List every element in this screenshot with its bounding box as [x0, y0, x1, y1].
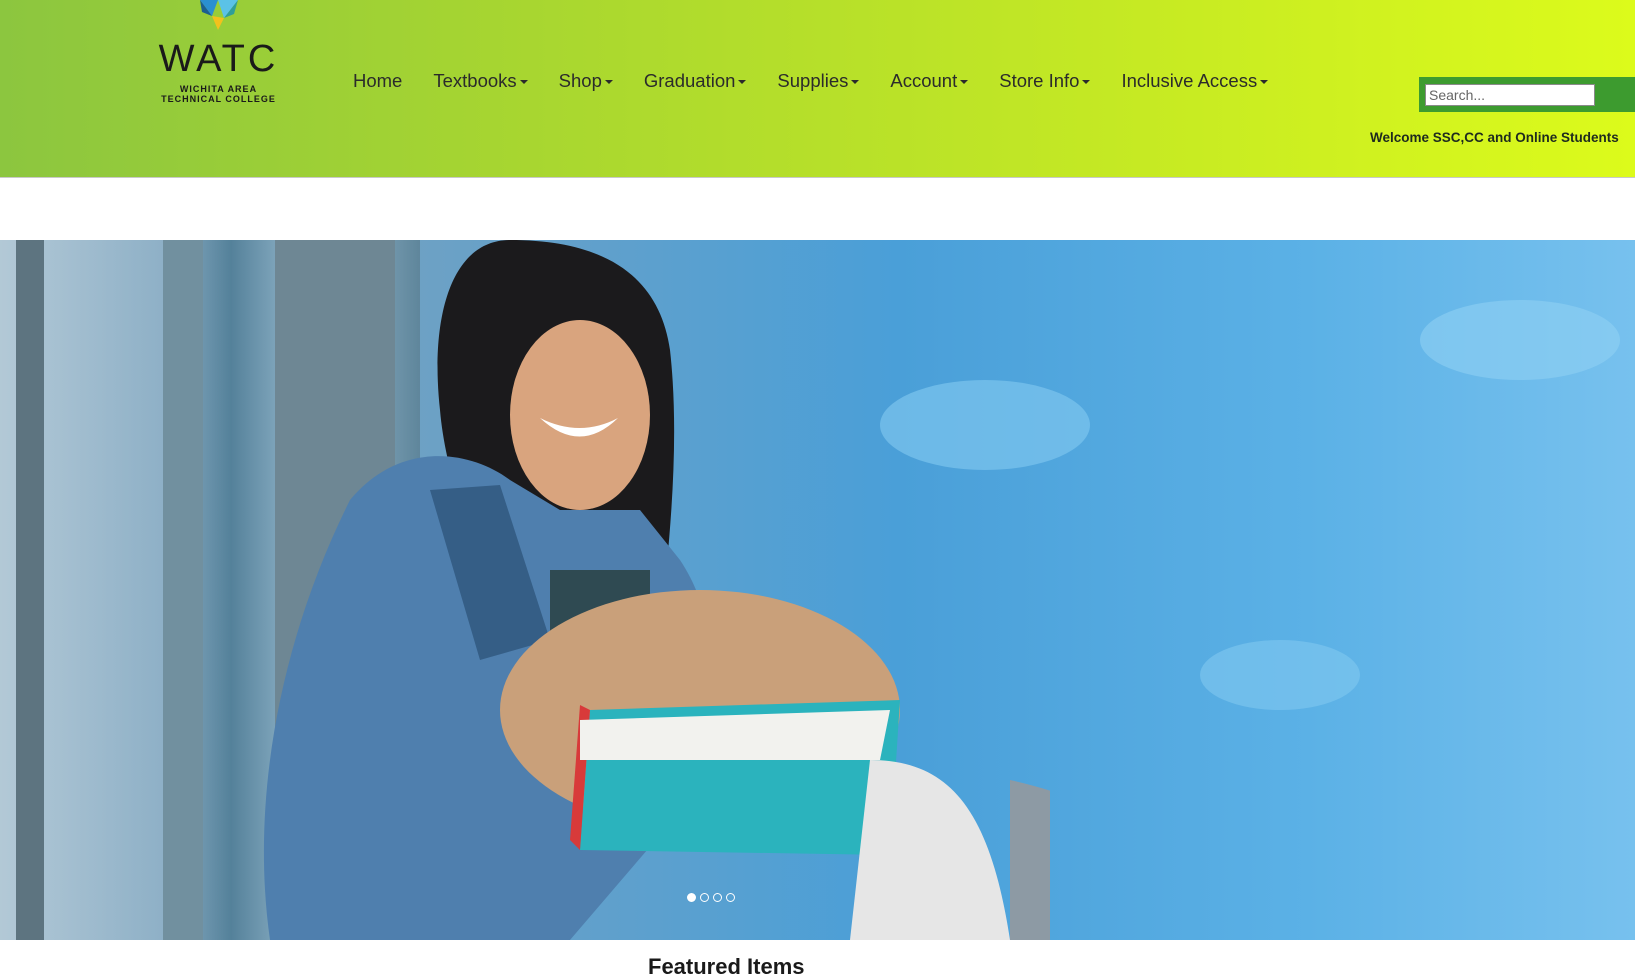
carousel-dot-1[interactable]	[687, 893, 696, 902]
caret-down-icon	[738, 80, 747, 84]
nav-store-info[interactable]: Store Info	[999, 68, 1091, 94]
caret-down-icon	[1082, 80, 1091, 84]
caret-down-icon	[1260, 80, 1269, 84]
nav-supplies-label: Supplies	[777, 70, 849, 91]
nav-inclusive-access[interactable]: Inclusive Access	[1121, 68, 1269, 94]
carousel-indicators	[687, 893, 735, 902]
logo-subtitle: WICHITA AREA TECHNICAL COLLEGE	[146, 84, 291, 104]
nav-account-label: Account	[890, 70, 958, 91]
nav-inclusive-access-label: Inclusive Access	[1121, 70, 1258, 91]
hero-carousel[interactable]	[0, 240, 1635, 940]
logo-subtitle-line-1: WICHITA AREA	[179, 84, 258, 94]
nav-textbooks-label: Textbooks	[433, 70, 517, 91]
hero-student-photo	[263, 240, 1050, 940]
caret-down-icon	[960, 80, 969, 84]
hero-mural-blob	[1420, 300, 1620, 380]
logo-wordmark: WATC	[158, 38, 279, 80]
caret-down-icon	[604, 80, 613, 84]
featured-items-heading: Featured Items	[648, 954, 805, 979]
nav-graduation-label: Graduation	[643, 70, 736, 91]
search-input[interactable]	[1425, 84, 1595, 106]
nav-shop-label: Shop	[558, 70, 602, 91]
carousel-dot-3[interactable]	[713, 893, 722, 902]
caret-down-icon	[519, 80, 528, 84]
logo-emblem-icon	[200, 0, 238, 30]
nav-home[interactable]: Home	[353, 68, 402, 94]
logo-subtitle-line-2: TECHNICAL COLLEGE	[161, 94, 276, 104]
nav-home-label: Home	[353, 70, 403, 91]
carousel-dot-2[interactable]	[700, 893, 709, 902]
site-header: WATC WICHITA AREA TECHNICAL COLLEGE Home…	[0, 0, 1635, 178]
nav-account[interactable]: Account	[890, 68, 969, 94]
nav-supplies[interactable]: Supplies	[777, 68, 860, 94]
caret-down-icon	[851, 80, 860, 84]
nav-graduation[interactable]: Graduation	[644, 68, 747, 94]
welcome-message: Welcome SSC,CC and Online Students	[1370, 130, 1619, 145]
nav-store-info-label: Store Info	[999, 70, 1080, 91]
hero-pillar-mid	[163, 240, 203, 940]
carousel-dot-4[interactable]	[726, 893, 735, 902]
hero-mural-blob	[1200, 640, 1360, 710]
watc-logo[interactable]: WATC WICHITA AREA TECHNICAL COLLEGE	[146, 0, 291, 105]
main-nav: Home Textbooks Shop Graduation Supplies …	[353, 68, 1299, 94]
nav-textbooks[interactable]: Textbooks	[433, 68, 528, 94]
nav-shop[interactable]: Shop	[559, 68, 613, 94]
hero-pillar-dark	[16, 240, 44, 940]
